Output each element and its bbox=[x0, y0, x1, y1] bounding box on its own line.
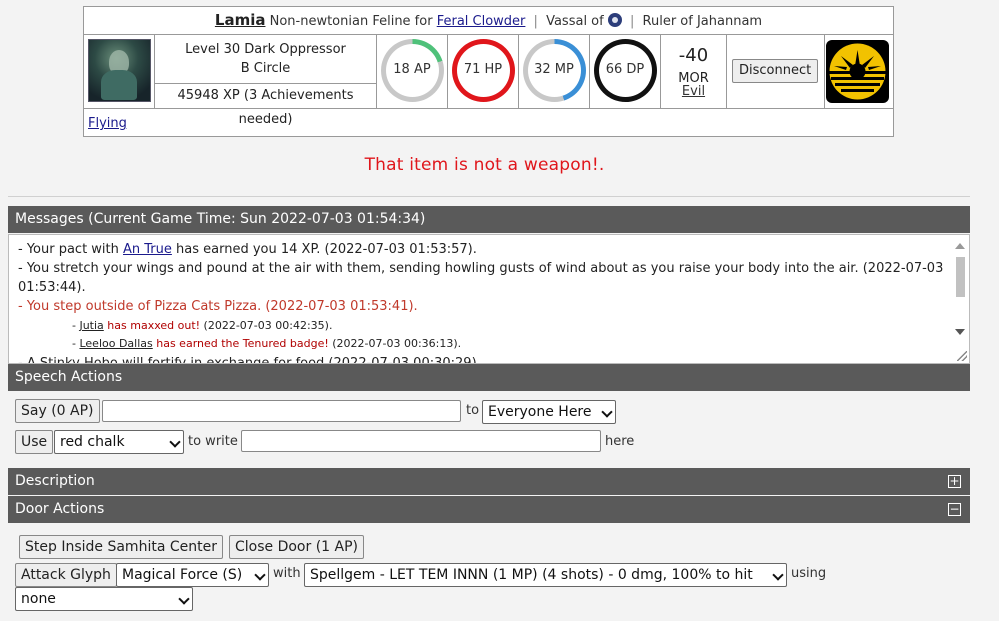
attack-spell-select[interactable]: Magical Force (S) bbox=[116, 563, 269, 587]
message-line: - You step outside of Pizza Cats Pizza. … bbox=[18, 299, 418, 314]
dp-value: 66 DP bbox=[605, 62, 645, 77]
door-actions-header[interactable]: Door Actions − bbox=[8, 496, 970, 523]
using-label: using bbox=[791, 566, 827, 581]
weapon-select-value: Spellgem - LET TEM INNN (1 MP) (4 shots)… bbox=[310, 567, 753, 583]
description-header[interactable]: Description + bbox=[8, 468, 970, 495]
messages-scrollbar[interactable] bbox=[951, 235, 969, 363]
message-line: - You stretch your wings and pound at th… bbox=[18, 261, 944, 295]
to-write-label: to write bbox=[188, 434, 238, 449]
character-portrait[interactable] bbox=[88, 39, 151, 102]
morality-cell: -40 MOR Evil bbox=[661, 35, 727, 108]
separator: | bbox=[533, 14, 538, 29]
attack-glyph-button[interactable]: Attack Glyph bbox=[15, 563, 117, 587]
ap-value: 18 AP bbox=[393, 62, 431, 77]
write-input[interactable] bbox=[241, 430, 601, 452]
say-input[interactable] bbox=[102, 400, 461, 422]
mp-value: 32 MP bbox=[534, 62, 574, 77]
here-label: here bbox=[605, 434, 635, 449]
morality-value: -40 bbox=[678, 45, 709, 66]
scroll-up-arrow-icon[interactable] bbox=[955, 243, 965, 249]
item-select[interactable]: red chalk bbox=[54, 430, 184, 454]
door-actions-title: Door Actions bbox=[15, 501, 105, 517]
messages-title: Messages (Current Game Time: Sun 2022-07… bbox=[15, 211, 426, 227]
level-cell: Level 30 Dark Oppressor B Circle 45948 X… bbox=[155, 35, 377, 127]
patron-link[interactable]: Feral Clowder bbox=[437, 14, 526, 29]
message-line: - Jutia has maxxed out! (2022-07-03 00:4… bbox=[72, 318, 969, 334]
faction-eye-icon[interactable] bbox=[607, 13, 622, 27]
scroll-down-arrow-icon[interactable] bbox=[955, 329, 965, 335]
chevron-down-icon bbox=[169, 436, 181, 448]
message-player-link[interactable]: Leeloo Dallas bbox=[79, 337, 152, 350]
separator: | bbox=[630, 14, 635, 29]
message-time: (2022-07-03 00:42:35). bbox=[200, 319, 333, 332]
character-name[interactable]: Lamia bbox=[215, 11, 266, 29]
scroll-thumb[interactable] bbox=[956, 257, 965, 297]
attack-spell-value: Magical Force (S) bbox=[122, 567, 243, 583]
message-time: (2022-07-03 00:36:13). bbox=[328, 337, 462, 350]
description-title: Description bbox=[15, 473, 95, 489]
using-select[interactable]: none bbox=[15, 587, 193, 611]
messages-header: Messages (Current Game Time: Sun 2022-07… bbox=[8, 206, 970, 233]
chevron-down-icon bbox=[254, 569, 266, 581]
vassal-label: Vassal of bbox=[546, 14, 604, 29]
level-line: Level 30 Dark Oppressor bbox=[185, 42, 346, 57]
say-button[interactable]: Say (0 AP) bbox=[15, 399, 100, 423]
mp-gauge: 32 MP bbox=[519, 35, 590, 108]
with-label: with bbox=[273, 566, 301, 581]
speech-target-value: Everyone Here bbox=[488, 404, 592, 420]
collapse-minus-icon[interactable]: − bbox=[948, 503, 961, 516]
message-line: - A Stinky Hobo will fortify in exchange… bbox=[18, 356, 477, 364]
resize-handle-icon[interactable] bbox=[957, 351, 967, 361]
chevron-down-icon bbox=[772, 569, 784, 581]
message-text: has maxxed out! bbox=[103, 319, 201, 332]
character-panel: Lamia Non-newtonian Feline for Feral Clo… bbox=[83, 6, 894, 137]
status-row: Flying bbox=[84, 108, 893, 136]
message-line: - Your pact with An True has earned you … bbox=[18, 240, 953, 259]
use-button[interactable]: Use bbox=[15, 430, 54, 454]
speech-actions-title: Speech Actions bbox=[15, 369, 123, 385]
disconnect-cell: Disconnect bbox=[727, 35, 825, 108]
disconnect-button[interactable]: Disconnect bbox=[732, 59, 819, 83]
hp-value: 71 HP bbox=[463, 62, 503, 77]
faction-sun-icon bbox=[826, 40, 889, 103]
status-flying-link[interactable]: Flying bbox=[88, 116, 127, 131]
ap-gauge: 18 AP bbox=[377, 35, 448, 108]
message-player-link[interactable]: An True bbox=[123, 242, 172, 257]
chevron-down-icon bbox=[601, 406, 613, 418]
close-door-button[interactable]: Close Door (1 AP) bbox=[229, 535, 365, 559]
speech-target-select[interactable]: Everyone Here bbox=[482, 400, 616, 424]
weapon-select[interactable]: Spellgem - LET TEM INNN (1 MP) (4 shots)… bbox=[304, 563, 787, 587]
to-label: to bbox=[466, 403, 480, 418]
message-line: - Leeloo Dallas has earned the Tenured b… bbox=[72, 336, 969, 352]
message-text: has earned the Tenured badge! bbox=[152, 337, 329, 350]
step-inside-button[interactable]: Step Inside Samhita Center bbox=[19, 535, 223, 559]
speech-actions-header: Speech Actions bbox=[8, 364, 970, 391]
expand-plus-icon[interactable]: + bbox=[948, 475, 961, 488]
portrait-cell bbox=[84, 35, 155, 108]
chevron-down-icon bbox=[178, 593, 190, 605]
error-notice: That item is not a weapon!. bbox=[364, 155, 605, 175]
circle-line: B Circle bbox=[240, 61, 291, 76]
alignment-link[interactable]: Evil bbox=[661, 84, 726, 99]
morality-readout: -40 MOR bbox=[661, 45, 726, 87]
hp-gauge: 71 HP bbox=[448, 35, 519, 108]
message-text: - Your pact with bbox=[18, 242, 124, 257]
message-player-link[interactable]: Jutia bbox=[79, 319, 103, 332]
using-select-value: none bbox=[21, 591, 56, 607]
character-header: Lamia Non-newtonian Feline for Feral Clo… bbox=[84, 7, 893, 35]
item-select-value: red chalk bbox=[60, 434, 125, 450]
ruler-title: Ruler of Jahannam bbox=[642, 14, 763, 29]
character-description: Non-newtonian Feline for bbox=[269, 14, 433, 29]
xp-line: 45948 XP (3 Achievements needed) bbox=[155, 83, 376, 127]
divider bbox=[8, 196, 970, 197]
messages-log[interactable]: - Your pact with An True has earned you … bbox=[8, 234, 970, 364]
dp-gauge: 66 DP bbox=[590, 35, 661, 108]
message-text: has earned you 14 XP. (2022-07-03 01:53:… bbox=[171, 242, 477, 257]
